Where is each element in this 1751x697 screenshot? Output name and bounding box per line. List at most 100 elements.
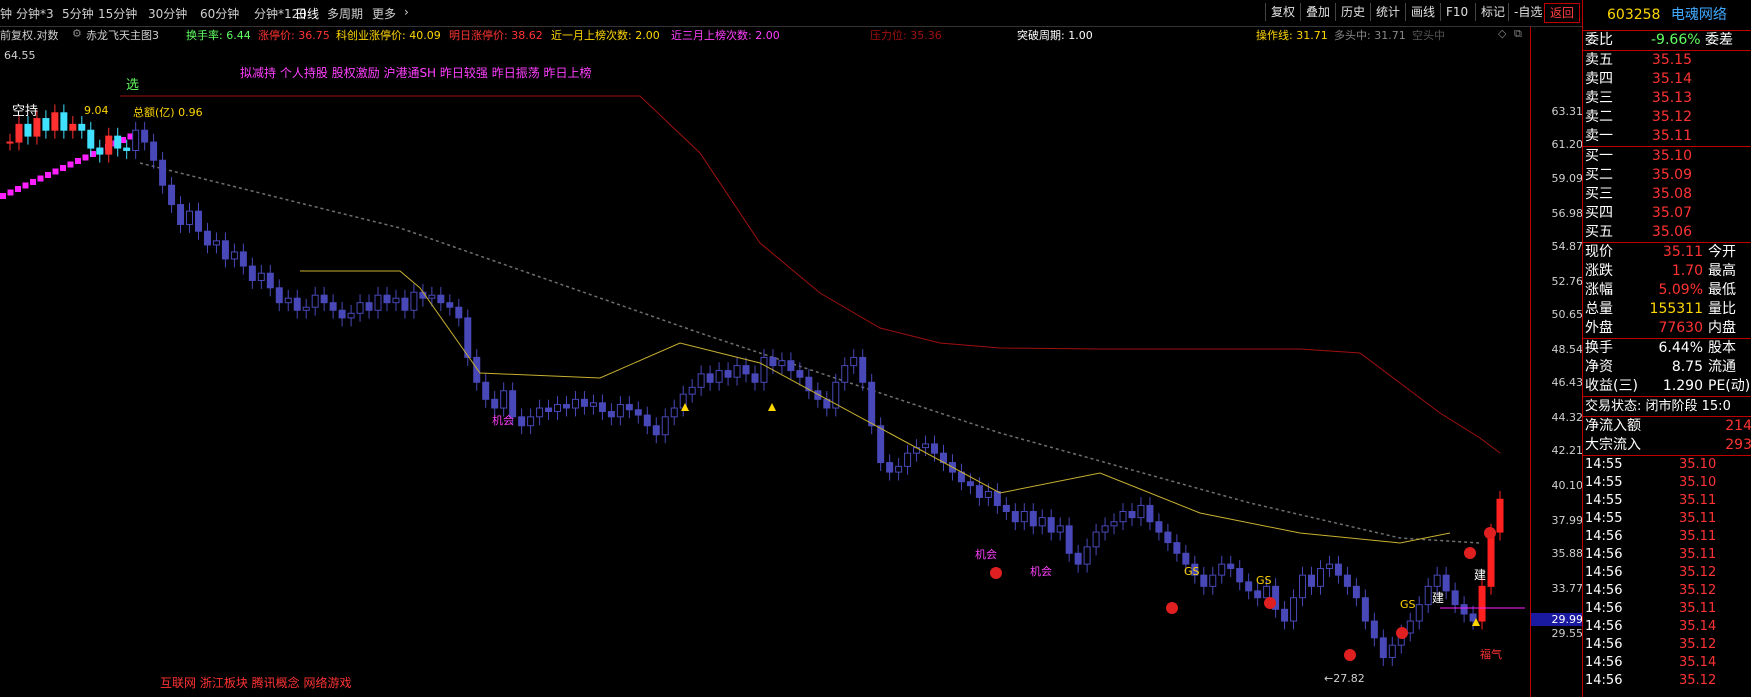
tick-list[interactable]: 14:55 35.10 14:55 35.10 14:55 35.11 14:55 35.11… <box>1583 456 1751 690</box>
period-tab-9[interactable]: 更多 <box>372 5 396 22</box>
tick-time: 14:56 <box>1585 547 1623 562</box>
toolbar-button-8[interactable]: 返回 <box>1544 3 1581 23</box>
candle-body <box>760 356 768 383</box>
main-chart-name[interactable]: 赤龙飞天主图3 <box>86 27 159 43</box>
period-tab-1[interactable]: 分钟*3 <box>16 5 54 22</box>
bids-label: 买一 <box>1585 148 1613 164</box>
candle-body <box>1478 585 1486 622</box>
candle-body <box>616 404 624 418</box>
magenta-dot <box>75 158 81 164</box>
tick-time: 14:56 <box>1585 601 1623 616</box>
ma-line <box>139 162 1481 544</box>
bids-row[interactable]: 买四 35.07 <box>1583 204 1751 223</box>
quote-label-2: 最低 <box>1708 282 1736 298</box>
candle-body <box>401 297 409 311</box>
indicator-row: 前复权.对数 ⚙ 赤龙飞天主图3 换手率: 6.44 涨停价: 36.75 科创… <box>0 27 1530 43</box>
candle-body <box>1182 552 1190 565</box>
price-tick: 46.43 <box>1551 376 1584 390</box>
top-toolbar: 钟分钟*3 5分钟 15分钟 30分钟 60分钟 分钟*120 日线 多周期 更多 › 复权 叠加历… <box>0 0 1582 27</box>
toolbar-button-1[interactable]: 叠加 <box>1300 3 1335 21</box>
candle-body <box>563 404 571 409</box>
candle-body <box>473 356 481 383</box>
quote-panel: 603258 电魂网络 委比 -9.66% 委差 卖五 35.15 卖四 35.14 卖… <box>1582 0 1751 697</box>
diamond-icon[interactable]: ◇ <box>1498 27 1506 40</box>
kechuang-limit-price: 科创业涨停价: 40.09 <box>336 29 441 42</box>
asks-price: 35.13 <box>1651 90 1692 106</box>
weibi-row: 委比 -9.66% 委差 <box>1583 31 1751 51</box>
quote-row: 涨跌 1.70 最高 <box>1583 262 1751 281</box>
tick-price: 35.12 <box>1679 565 1717 580</box>
candle-body <box>787 360 795 372</box>
candle-body <box>1299 574 1307 599</box>
candle-body <box>159 159 167 186</box>
bids-row[interactable]: 买一 35.10 <box>1583 147 1751 166</box>
candle-body <box>1074 552 1082 565</box>
asks-row[interactable]: 卖三 35.13 <box>1583 89 1751 108</box>
toolbar-button-2[interactable]: 历史 <box>1335 3 1370 21</box>
weibi-value: -9.66% <box>1651 32 1701 48</box>
period-tab-0[interactable]: 钟 <box>0 5 12 22</box>
month-list-count: 近一月上榜次数: 2.00 <box>551 29 660 42</box>
tick-time: 14:56 <box>1585 637 1623 652</box>
tick-time: 14:56 <box>1585 529 1623 544</box>
tick-row: 14:56 35.12 <box>1583 636 1751 654</box>
candle-body <box>536 407 544 418</box>
candle-body <box>598 402 606 413</box>
candle-body <box>132 129 140 151</box>
tomorrow-limit-price: 明日涨停价: 38.62 <box>449 29 543 42</box>
toolbar-button-5[interactable]: F10 <box>1440 3 1473 21</box>
price-tick: 50.65 <box>1551 308 1584 321</box>
toolbar-button-3[interactable]: 统计 <box>1370 3 1405 21</box>
three-month-list-count: 近三月上榜次数: 2.00 <box>671 29 780 42</box>
toolbar-button-6[interactable]: 标记 <box>1475 3 1510 21</box>
candle-body <box>1325 563 1333 570</box>
asks-row[interactable]: 卖五 35.15 <box>1583 51 1751 70</box>
price-tick: 37.99 <box>1551 513 1584 527</box>
period-tab-4[interactable]: 30分钟 <box>148 5 187 22</box>
bids-label: 买五 <box>1585 224 1613 240</box>
asks-row[interactable]: 卖二 35.12 <box>1583 108 1751 127</box>
asks-row[interactable]: 卖四 35.14 <box>1583 70 1751 89</box>
tick-time: 14:56 <box>1585 583 1623 598</box>
candle-body <box>114 135 122 149</box>
magenta-dot <box>0 193 6 199</box>
signal-circle <box>1464 547 1476 559</box>
candle-body <box>580 398 588 407</box>
fq-mode[interactable]: 前复权.对数 <box>0 27 59 43</box>
stock-name[interactable]: 电魂网络 <box>1671 7 1727 23</box>
asks-row[interactable]: 卖一 35.11 <box>1583 127 1751 146</box>
quote-label: 外盘 <box>1585 320 1613 336</box>
candle-body <box>123 147 131 151</box>
candle-body <box>33 118 41 137</box>
period-tab-2[interactable]: 5分钟 <box>62 5 94 22</box>
period-tab-3[interactable]: 15分钟 <box>98 5 137 22</box>
tick-row: 14:56 35.12 <box>1583 564 1751 582</box>
candle-body <box>868 381 876 427</box>
bids-row[interactable]: 买五 35.06 <box>1583 223 1751 242</box>
window-icon[interactable]: ⧉ <box>1514 27 1522 41</box>
period-tab-8[interactable]: 多周期 <box>327 5 363 22</box>
candle-body <box>1137 504 1145 519</box>
candle-body <box>1056 525 1064 533</box>
kline-chart[interactable] <box>0 43 1530 697</box>
period-tab-5[interactable]: 60分钟 <box>200 5 239 22</box>
candle-body <box>257 272 265 281</box>
candle-body <box>931 443 939 454</box>
tick-price: 35.11 <box>1679 547 1717 562</box>
bids-row[interactable]: 买三 35.08 <box>1583 185 1751 204</box>
tick-row: 14:56 35.14 <box>1583 618 1751 636</box>
candle-body <box>1173 542 1181 554</box>
toolbar-button-0[interactable]: 复权 <box>1265 3 1300 21</box>
settings-icon[interactable]: ⚙ <box>72 27 82 40</box>
toolbar-button-4[interactable]: 画线 <box>1405 3 1440 21</box>
candle-body <box>239 251 247 267</box>
signal-circle <box>1484 527 1496 539</box>
toolbar-button-7[interactable]: -自选 <box>1508 3 1547 21</box>
block-inflow-value: 293 <box>1725 437 1751 453</box>
chevron-right-icon[interactable]: › <box>404 5 409 19</box>
candle-body <box>69 123 77 131</box>
candle-body <box>275 287 283 304</box>
candle-body <box>1496 498 1504 533</box>
period-tab-7[interactable]: 日线 <box>295 5 319 22</box>
bids-row[interactable]: 买二 35.09 <box>1583 166 1751 185</box>
